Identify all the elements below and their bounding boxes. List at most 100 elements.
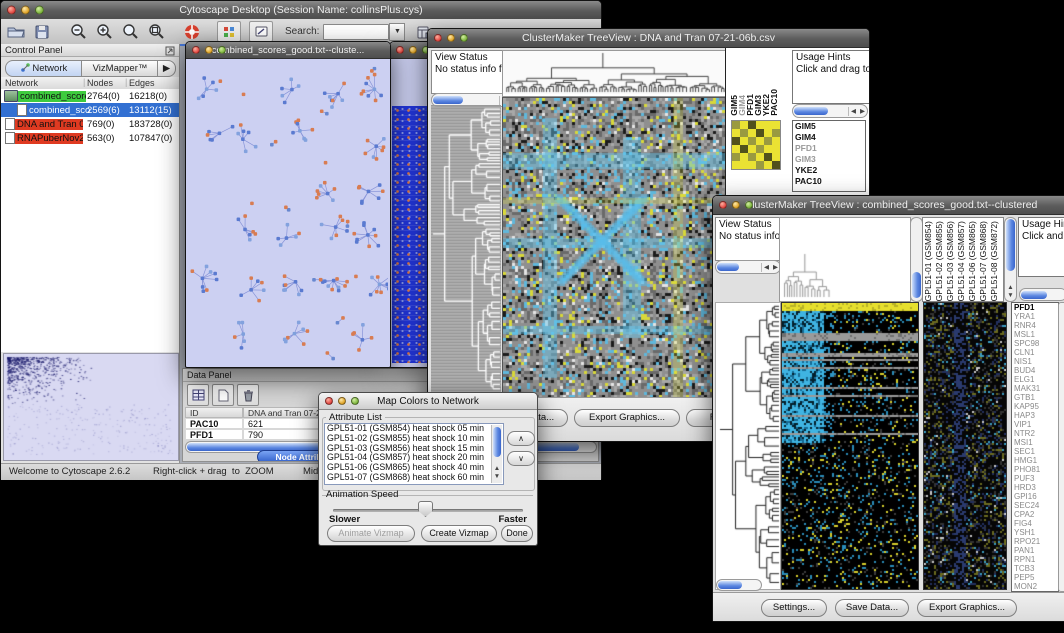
matrix-cell[interactable] <box>764 153 772 161</box>
gene-label[interactable]: PEP5 <box>1012 573 1058 582</box>
network-row[interactable]: DNA and Tran 07769(0)183728(0) <box>1 117 179 131</box>
save-session-button[interactable] <box>31 22 53 41</box>
gene-label[interactable]: RNR4 <box>1012 321 1058 330</box>
gene-label[interactable]: CLN1 <box>1012 348 1058 357</box>
gene-label[interactable]: PAC10 <box>793 176 865 187</box>
zoom-window-icon[interactable] <box>35 6 44 15</box>
export-graphics-button[interactable]: Export Graphics... <box>574 409 680 427</box>
column-dendrogram-panel[interactable] <box>502 50 731 97</box>
gene-label[interactable]: NTR2 <box>1012 429 1058 438</box>
minimize-icon[interactable] <box>409 46 417 54</box>
matrix-cell[interactable] <box>740 121 748 129</box>
gene-label[interactable]: SEC1 <box>1012 447 1058 456</box>
gene-label[interactable]: PFD1 <box>1012 303 1058 312</box>
close-icon[interactable] <box>192 46 200 54</box>
similarity-matrix[interactable] <box>731 120 781 170</box>
window-controls[interactable] <box>7 6 44 15</box>
gene-label[interactable]: MSL1 <box>1012 330 1058 339</box>
matrix-cell[interactable] <box>764 121 772 129</box>
gene-label[interactable]: VIP1 <box>1012 420 1058 429</box>
gene-label[interactable]: YRA1 <box>1012 312 1058 321</box>
minimize-icon[interactable] <box>21 6 30 15</box>
gene-label[interactable]: GTB1 <box>1012 393 1058 402</box>
gene-label[interactable]: BUD4 <box>1012 366 1058 375</box>
tab-network[interactable]: Network <box>5 60 83 77</box>
gene-label[interactable]: KAP95 <box>1012 402 1058 411</box>
move-down-button[interactable]: ∨ <box>507 451 535 466</box>
matrix-cell[interactable] <box>740 153 748 161</box>
matrix-cell[interactable] <box>772 137 780 145</box>
zoom-in-button[interactable] <box>93 22 115 41</box>
matrix-cell[interactable] <box>740 129 748 137</box>
matrix-cell[interactable] <box>748 129 756 137</box>
data-cell[interactable]: PAC10 <box>185 418 243 429</box>
matrix-cell[interactable] <box>756 153 764 161</box>
matrix-cell[interactable] <box>772 161 780 169</box>
data-col-id[interactable]: ID <box>185 407 243 418</box>
matrix-cell[interactable] <box>732 161 740 169</box>
gene-label[interactable]: MON2 <box>1012 582 1058 591</box>
array-label[interactable]: GPL51-04 (GSM857) <box>956 221 967 301</box>
attribute-list[interactable]: GPL51-01 (GSM854) heat shock 05 minGPL51… <box>324 423 504 485</box>
treeview1-title-bar[interactable]: ClusterMaker TreeView : DNA and Tran 07-… <box>428 29 869 48</box>
gene-label[interactable]: YSH1 <box>1012 528 1058 537</box>
annotation-tool-button[interactable] <box>249 21 273 42</box>
minimize-icon[interactable] <box>447 34 455 42</box>
matrix-cell[interactable] <box>756 145 764 153</box>
matrix-cell[interactable] <box>772 121 780 129</box>
zoom-window-icon[interactable] <box>218 46 226 54</box>
gene-label[interactable]: PUF3 <box>1012 474 1058 483</box>
matrix-cell[interactable] <box>740 137 748 145</box>
matrix-cell[interactable] <box>772 129 780 137</box>
usage-hints-scrollbar[interactable] <box>1019 288 1064 301</box>
treeview2-title-bar[interactable]: ClusterMaker TreeView : combined_scores_… <box>713 196 1064 215</box>
view-status-scrollbar[interactable]: ◀▶ <box>715 260 781 274</box>
network-view-window[interactable]: combined_scores_good.txt--cluste... <box>185 41 391 368</box>
gene-label[interactable]: GPI16 <box>1012 492 1058 501</box>
array-label[interactable]: GPL51-03 (GSM856) <box>945 221 956 301</box>
network-title-bar[interactable]: combined_scores_good.txt--cluste... <box>186 42 390 59</box>
network-overview-navigator[interactable] <box>3 353 179 461</box>
matrix-cell[interactable] <box>764 137 772 145</box>
matrix-cell[interactable] <box>772 153 780 161</box>
matrix-cell[interactable] <box>732 121 740 129</box>
network-row[interactable]: RNAPuberNov2+563(0)107847(0) <box>1 131 179 145</box>
matrix-cell[interactable] <box>756 129 764 137</box>
node-attribute-tool-button[interactable] <box>217 21 241 42</box>
zoom-out-button[interactable] <box>67 22 89 41</box>
matrix-cell[interactable] <box>764 145 772 153</box>
move-up-button[interactable]: ∧ <box>507 431 535 446</box>
array-label[interactable]: GPL51-07 (GSM868) <box>978 221 989 301</box>
heatmap-main[interactable] <box>781 302 919 590</box>
matrix-cell[interactable] <box>732 137 740 145</box>
attribute-select-button[interactable] <box>187 384 209 406</box>
array-label[interactable]: GPL51-01 (GSM854) <box>923 221 934 301</box>
network-canvas[interactable] <box>186 59 388 366</box>
gene-label[interactable]: NIS1 <box>1012 357 1058 366</box>
matrix-cell[interactable] <box>764 161 772 169</box>
row-dendrogram-panel[interactable] <box>715 302 781 590</box>
row-dendrogram-panel[interactable] <box>431 105 501 393</box>
matrix-cell[interactable] <box>740 161 748 169</box>
gene-label[interactable]: YKE2 <box>793 165 865 176</box>
open-session-button[interactable] <box>5 22 27 41</box>
tab-overflow-button[interactable]: ▶ <box>157 60 176 77</box>
matrix-cell[interactable] <box>756 137 764 145</box>
search-input[interactable] <box>323 24 389 40</box>
gene-label-list[interactable]: GIM5GIM4PFD1GIM3YKE2PAC10 <box>792 120 866 192</box>
gene-label[interactable]: MAK31 <box>1012 384 1058 393</box>
zoom-window-icon[interactable] <box>460 34 468 42</box>
array-label[interactable]: GPL51-02 (GSM855) <box>934 221 945 301</box>
column-label[interactable]: PAC10 <box>770 89 778 116</box>
matrix-cell[interactable] <box>740 145 748 153</box>
minimize-icon[interactable] <box>732 201 740 209</box>
matrix-cell[interactable] <box>764 129 772 137</box>
gene-label[interactable]: SPC98 <box>1012 339 1058 348</box>
gene-label[interactable]: PFD1 <box>793 143 865 154</box>
row-dendrogram-h-scrollbar[interactable] <box>716 579 762 591</box>
gene-label[interactable]: GIM5 <box>793 121 865 132</box>
usage-hints-scrollbar[interactable]: ◀▶ <box>792 104 868 118</box>
main-title-bar[interactable]: Cytoscape Desktop (Session Name: collins… <box>1 1 601 20</box>
gene-label[interactable]: MSI1 <box>1012 438 1058 447</box>
donebutton[interactable]: Done <box>501 525 533 542</box>
